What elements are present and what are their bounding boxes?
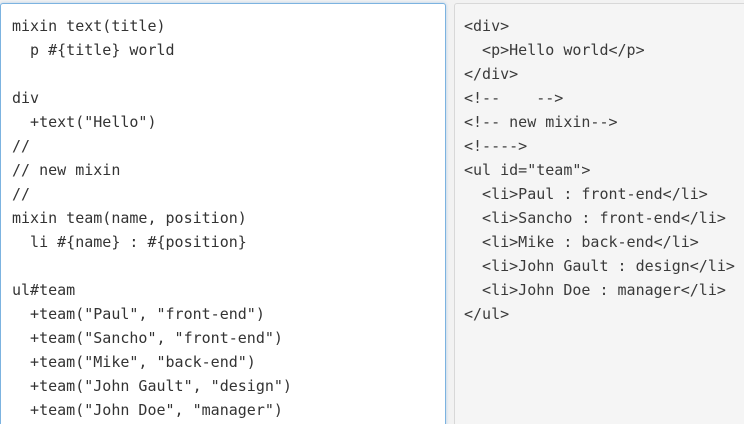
editor-line: +team("John Gault", "design") (12, 377, 292, 395)
output-line: <!-- new mixin--> (464, 113, 618, 131)
editor-line: div (12, 89, 40, 107)
output-line: </div> (464, 65, 519, 83)
editor-line: mixin text(title) (12, 17, 166, 35)
app-root: mixin text(title) p #{title} world div +… (0, 0, 744, 424)
output-line: <div> (464, 17, 510, 35)
output-line: <p>Hello world</p> (464, 41, 645, 59)
pug-source-editor[interactable]: mixin text(title) p #{title} world div +… (0, 3, 446, 424)
output-line: <!-- --> (464, 89, 564, 107)
output-line: <li>Paul : front-end</li> (464, 185, 708, 203)
editor-line: mixin team(name, position) (12, 209, 247, 227)
output-line: <!----> (464, 137, 528, 155)
editor-line: +team("John Doe", "manager") (12, 401, 283, 419)
editor-line: p #{title} world (12, 41, 175, 59)
editor-line: +team("Sancho", "front-end") (12, 329, 283, 347)
editor-line: +team("Paul", "front-end") (12, 305, 265, 323)
editor-line: li #{name} : #{position} (12, 233, 247, 251)
output-line: <li>John Doe : manager</li> (464, 281, 726, 299)
editor-line: +team("Mike", "back-end") (12, 353, 256, 371)
output-line: <ul id="team"> (464, 161, 591, 179)
output-line: <li>Mike : back-end</li> (464, 233, 699, 251)
editor-line: ul#team (12, 281, 76, 299)
html-output-panel: <div> <p>Hello world</p> </div> <!-- -->… (454, 3, 744, 424)
editor-line: // (12, 185, 31, 203)
output-line: </ul> (464, 305, 510, 323)
editor-line: // (12, 137, 31, 155)
output-line: <li>John Gault : design</li> (464, 257, 735, 275)
output-line: <li>Sancho : front-end</li> (464, 209, 726, 227)
editor-line: // new mixin (12, 161, 121, 179)
editor-line: +text("Hello") (12, 113, 157, 131)
